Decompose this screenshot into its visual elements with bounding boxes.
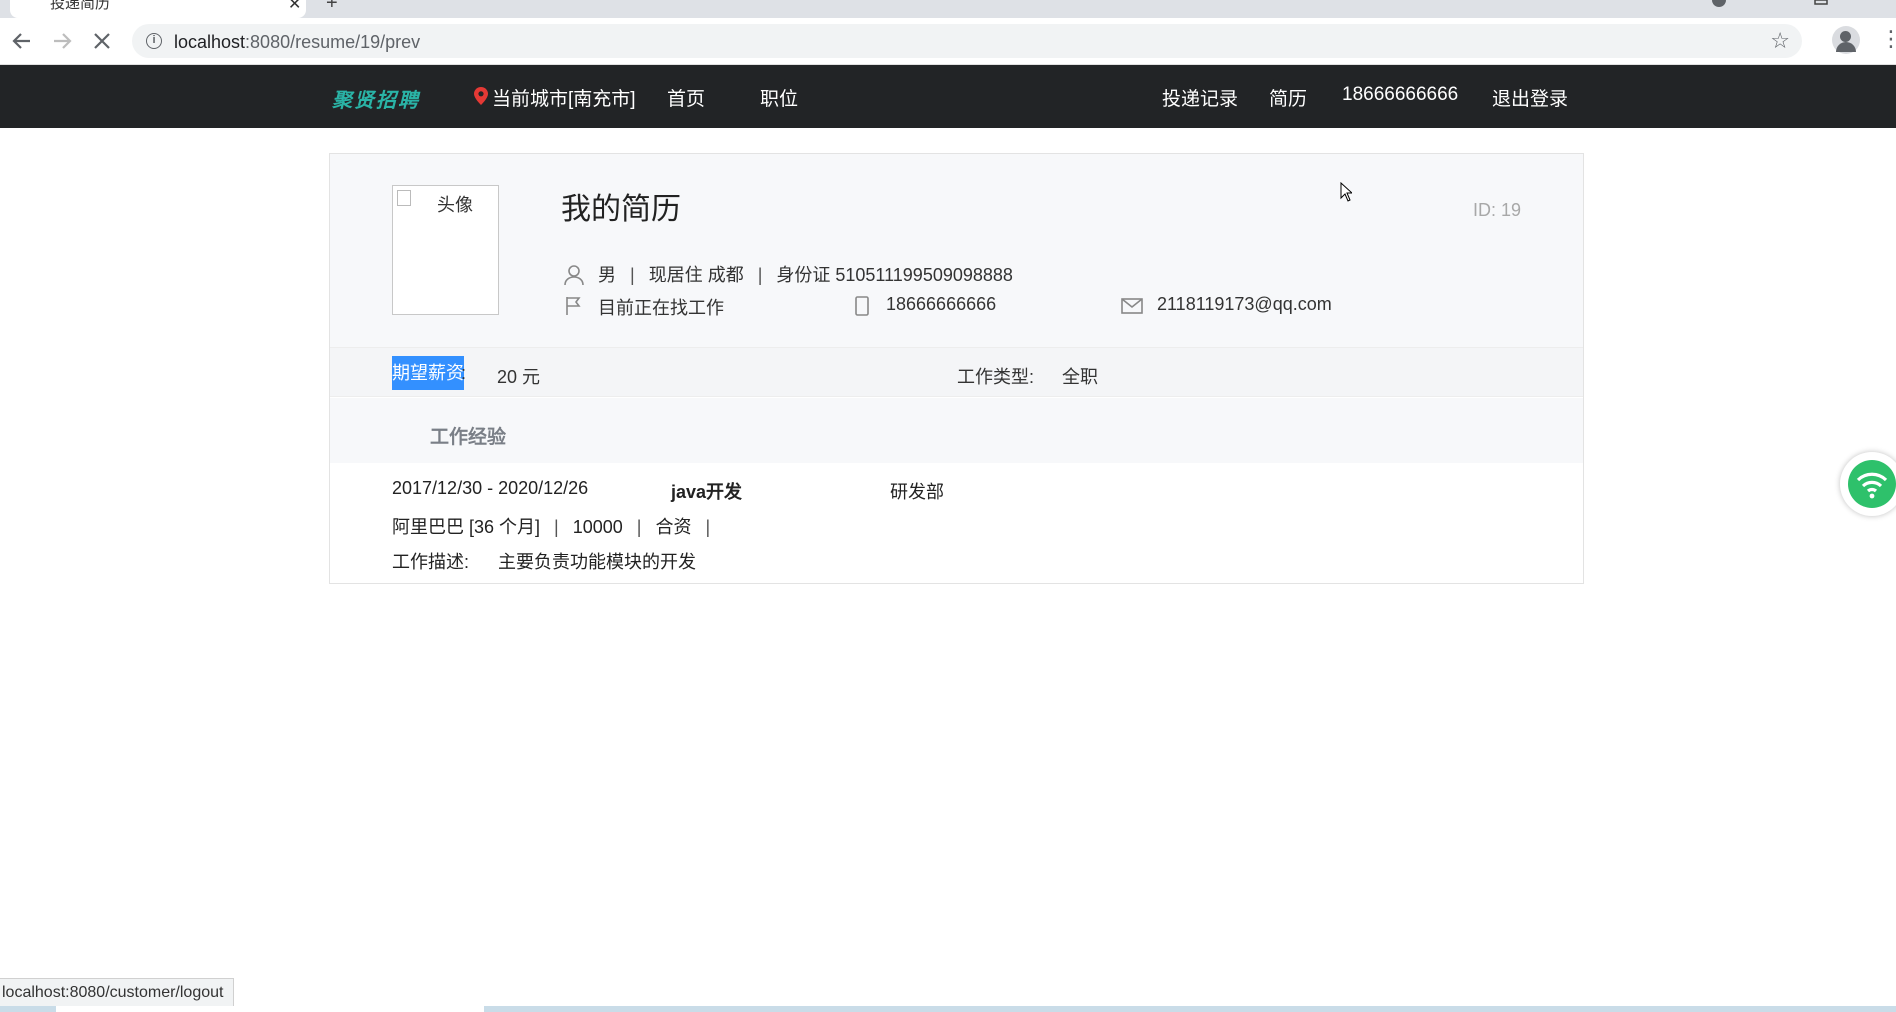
- resume-title: 我的简历: [561, 193, 681, 226]
- nav-jobs-link[interactable]: 职位: [760, 84, 798, 111]
- basic-info-line: 男 | 现居住 成都 | 身份证 510511199509098888: [598, 265, 1013, 285]
- nav-home-link[interactable]: 首页: [667, 84, 705, 111]
- salary-row: 期望薪资 : 20 元 工作类型: 全职: [330, 347, 1583, 397]
- broken-image-icon: [397, 190, 411, 206]
- maximize-icon[interactable]: [1814, 0, 1828, 10]
- site-navbar: 聚贤招聘 当前城市[南充市] 首页 职位 投递记录 简历 18666666666…: [0, 65, 1896, 128]
- site-logo[interactable]: 聚贤招聘: [332, 84, 420, 113]
- wifi-widget[interactable]: [1840, 452, 1896, 516]
- new-tab-icon[interactable]: +: [326, 0, 338, 15]
- phone-icon: [855, 296, 869, 316]
- avatar-alt-text: 头像: [437, 195, 473, 215]
- experience-department: 研发部: [890, 482, 944, 502]
- experience-salary: 10000: [572, 517, 623, 537]
- worktype-label: 工作类型:: [957, 367, 1035, 387]
- mouse-cursor-icon: [1340, 182, 1352, 202]
- tab-strip: 投递简历 ✕ +: [0, 0, 1896, 18]
- avatar: 头像: [392, 185, 499, 315]
- resume-header: 头像 我的简历 ID: 19 男 | 现居住 成都 | 身份证 510511199509…: [330, 154, 1583, 347]
- salary-value: 20 元: [497, 367, 541, 387]
- nav-resume-link[interactable]: 简历: [1269, 84, 1307, 111]
- tab-close-icon[interactable]: ✕: [288, 0, 301, 14]
- help-icon[interactable]: [1712, 0, 1726, 10]
- mail-icon: [1121, 298, 1143, 314]
- taskbar-strip-highlight: [56, 1006, 484, 1012]
- experience-company: 阿里巴巴 [36 个月]: [392, 517, 541, 537]
- phone-number: 18666666666: [886, 294, 997, 314]
- flag-icon: [566, 297, 581, 315]
- resume-card: 头像 我的简历 ID: 19 男 | 现居住 成都 | 身份证 510511199509…: [329, 153, 1584, 584]
- star-icon[interactable]: ☆: [1770, 28, 1790, 54]
- nav-records-link[interactable]: 投递记录: [1162, 84, 1238, 111]
- wifi-icon: [1848, 460, 1896, 508]
- address-bar-area: i localhost:8080/resume/19/prev ☆ ⋮: [0, 18, 1896, 65]
- experience-desc-label: 工作描述:: [392, 552, 470, 572]
- experience-header: 工作经验: [330, 398, 1583, 463]
- info-icon[interactable]: i: [146, 33, 162, 49]
- menu-icon[interactable]: ⋮: [1880, 28, 1896, 50]
- resume-id: ID: 19: [1473, 200, 1522, 220]
- url-host: localhost: [174, 32, 246, 52]
- experience-desc: 主要负责功能模块的开发: [498, 552, 696, 572]
- browser-tab[interactable]: 投递简历 ✕: [10, 0, 306, 18]
- nav-logout-link[interactable]: 退出登录: [1492, 84, 1568, 111]
- experience-company-type: 合资: [655, 517, 692, 537]
- salary-label: 期望薪资: [392, 356, 464, 390]
- url-text[interactable]: localhost:8080/resume/19/prev: [174, 32, 420, 53]
- nav-phone-link[interactable]: 18666666666: [1342, 84, 1458, 106]
- back-icon[interactable]: [8, 27, 36, 55]
- worktype-value: 全职: [1062, 367, 1098, 387]
- residence: 现居住 成都: [648, 265, 744, 285]
- tab-title: 投递简历: [50, 0, 111, 12]
- reload-icon[interactable]: [88, 27, 116, 55]
- profile-icon[interactable]: [1832, 26, 1860, 54]
- forward-icon[interactable]: [48, 27, 76, 55]
- id-card: 身份证 510511199509098888: [776, 265, 1013, 285]
- location-pin-icon: [474, 87, 488, 105]
- experience-period: 2017/12/30 - 2020/12/26: [392, 478, 589, 498]
- url-path: :8080/resume/19/prev: [245, 32, 421, 52]
- gender: 男: [598, 265, 616, 285]
- url-bar[interactable]: i localhost:8080/resume/19/prev ☆: [132, 24, 1802, 58]
- email: 2118119173@qq.com: [1157, 294, 1332, 314]
- current-city[interactable]: 当前城市[南充市]: [492, 84, 636, 111]
- job-status: 目前正在找工作: [598, 298, 724, 318]
- experience-company-line: 阿里巴巴 [36 个月] | 10000 | 合资 |: [392, 517, 711, 537]
- status-bar-url: localhost:8080/customer/logout: [0, 978, 235, 1008]
- user-icon: [564, 265, 584, 286]
- experience-position: java开发: [671, 482, 743, 502]
- experience-title: 工作经验: [430, 427, 507, 448]
- salary-colon: :: [461, 363, 467, 383]
